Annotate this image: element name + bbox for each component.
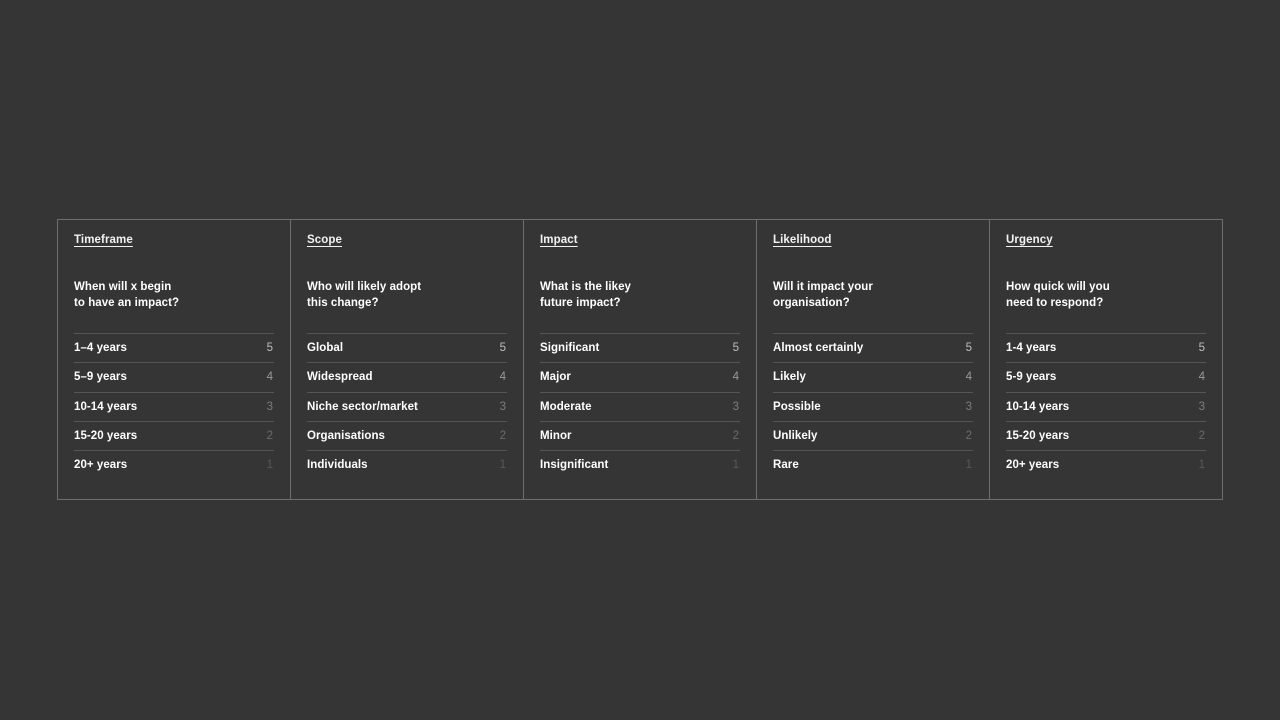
column-title: Urgency [1006, 234, 1053, 246]
scale-score: 1 [732, 459, 739, 472]
scale-label: Individuals [307, 459, 368, 472]
scale-label: Unlikely [773, 430, 818, 443]
scale-row[interactable]: 15-20 years 2 [74, 420, 274, 450]
scale-row[interactable]: Minor 2 [540, 420, 740, 450]
scale-label: 15-20 years [1006, 430, 1070, 443]
column-title: Impact [540, 234, 578, 246]
scale-row[interactable]: Global 5 [307, 333, 507, 362]
scale-list: 1–4 years 5 5–9 years 4 10-14 years 3 15… [74, 333, 274, 479]
column-question: Will it impact your organisation? [773, 281, 873, 309]
scale-label: 20+ years [1006, 459, 1060, 472]
scale-score: 2 [266, 430, 273, 443]
scale-row[interactable]: Almost certainly 5 [773, 333, 973, 362]
scale-row[interactable]: 20+ years 1 [74, 450, 274, 479]
scale-label: 10-14 years [1006, 400, 1070, 413]
scale-label: 5–9 years [74, 371, 127, 384]
scale-row[interactable]: 15-20 years 2 [1006, 420, 1206, 450]
scale-label: 15-20 years [74, 430, 138, 443]
scale-row[interactable]: Organisations 2 [307, 420, 507, 450]
column-question: When will x begin to have an impact? [74, 281, 180, 309]
column-question: What is the likey future impact? [540, 281, 631, 309]
scale-row[interactable]: 10-14 years 3 [1006, 391, 1206, 421]
scale-label: 5-9 years [1006, 371, 1057, 384]
scale-label: 10-14 years [74, 400, 138, 413]
scale-score: 4 [965, 371, 972, 384]
scale-label: Global [307, 342, 344, 355]
scale-score: 4 [732, 371, 739, 384]
scale-score: 5 [732, 342, 739, 355]
scale-row[interactable]: 5–9 years 4 [74, 362, 274, 391]
scale-row[interactable]: Unlikely 2 [773, 420, 973, 450]
scale-row[interactable]: Likely 4 [773, 362, 973, 391]
scale-score: 4 [266, 371, 273, 384]
scale-label: Insignificant [540, 459, 609, 472]
column-question: How quick will you need to respond? [1006, 281, 1110, 309]
scale-score: 5 [266, 342, 273, 355]
column-title: Timeframe [74, 234, 133, 246]
scale-row[interactable]: Significant 5 [540, 333, 740, 362]
scale-score: 3 [732, 400, 739, 413]
scale-row[interactable]: Niche sector/market 3 [307, 391, 507, 421]
scale-label: Organisations [307, 430, 385, 443]
scale-score: 2 [732, 430, 739, 443]
scale-row[interactable]: 10-14 years 3 [74, 391, 274, 421]
scale-row[interactable]: 5-9 years 4 [1006, 362, 1206, 391]
scale-label: Rare [773, 459, 799, 472]
scale-score: 3 [266, 400, 273, 413]
scale-score: 5 [1198, 342, 1205, 355]
scoring-rubric-table: Timeframe When will x begin to have an i… [57, 219, 1223, 500]
scale-row[interactable]: Individuals 1 [307, 450, 507, 479]
page-canvas: Timeframe When will x begin to have an i… [0, 0, 1280, 720]
scale-label: Moderate [540, 400, 592, 413]
scale-label: Likely [773, 371, 806, 384]
rubric-column-likelihood: Likelihood Will it impact your organisat… [757, 220, 990, 499]
scale-row[interactable]: 1–4 years 5 [74, 333, 274, 362]
scale-score: 4 [1198, 371, 1205, 384]
scale-row[interactable]: Possible 3 [773, 391, 973, 421]
scale-row[interactable]: Widespread 4 [307, 362, 507, 391]
scale-score: 3 [965, 400, 972, 413]
scale-score: 3 [1198, 400, 1205, 413]
scale-score: 4 [499, 371, 506, 384]
scale-score: 1 [266, 459, 273, 472]
scale-row[interactable]: Major 4 [540, 362, 740, 391]
scale-label: Widespread [307, 371, 373, 384]
scale-score: 2 [965, 430, 972, 443]
scale-score: 1 [499, 459, 506, 472]
scale-label: 1–4 years [74, 342, 127, 355]
scale-score: 1 [1198, 459, 1205, 472]
scale-row[interactable]: Moderate 3 [540, 391, 740, 421]
scale-label: 1-4 years [1006, 342, 1057, 355]
scale-label: Possible [773, 400, 821, 413]
scale-score: 2 [1198, 430, 1205, 443]
scale-row[interactable]: Insignificant 1 [540, 450, 740, 479]
scale-row[interactable]: 20+ years 1 [1006, 450, 1206, 479]
scale-list: Global 5 Widespread 4 Niche sector/marke… [307, 333, 507, 479]
scale-score: 2 [499, 430, 506, 443]
rubric-column-impact: Impact What is the likey future impact? … [524, 220, 757, 499]
scale-list: Significant 5 Major 4 Moderate 3 Minor 2… [540, 333, 740, 479]
scale-score: 5 [499, 342, 506, 355]
column-question: Who will likely adopt this change? [307, 281, 422, 309]
rubric-column-urgency: Urgency How quick will you need to respo… [990, 220, 1222, 499]
scale-label: Almost certainly [773, 342, 864, 355]
scale-label: Minor [540, 430, 572, 443]
scale-score: 5 [965, 342, 972, 355]
scale-score: 3 [499, 400, 506, 413]
scale-list: Almost certainly 5 Likely 4 Possible 3 U… [773, 333, 973, 479]
scale-row[interactable]: 1-4 years 5 [1006, 333, 1206, 362]
rubric-column-scope: Scope Who will likely adopt this change?… [291, 220, 524, 499]
scale-label: Niche sector/market [307, 400, 418, 413]
column-title: Likelihood [773, 234, 832, 246]
scale-label: Major [540, 371, 571, 384]
scale-label: Significant [540, 342, 600, 355]
scale-label: 20+ years [74, 459, 128, 472]
rubric-column-timeframe: Timeframe When will x begin to have an i… [58, 220, 291, 499]
scale-list: 1-4 years 5 5-9 years 4 10-14 years 3 15… [1006, 333, 1206, 479]
scale-row[interactable]: Rare 1 [773, 450, 973, 479]
scale-score: 1 [965, 459, 972, 472]
column-title: Scope [307, 234, 343, 246]
